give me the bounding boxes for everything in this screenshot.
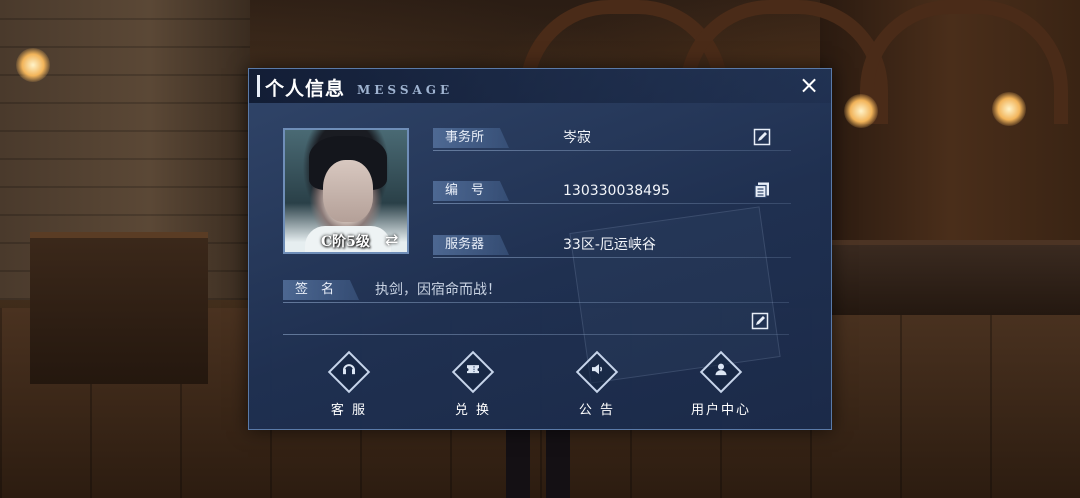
profile-dialog: 个人信息 MESSAGE × C阶5级 ⇄ 事务所 岑寂 编 号 1303300… <box>248 68 832 430</box>
action-label: 兑 换 <box>454 403 492 418</box>
field-label: 服务器 <box>433 235 509 255</box>
announcement-button[interactable]: 公 告 <box>557 350 637 418</box>
field-row-id: 编 号 130330038495 <box>433 181 791 204</box>
signature-underline <box>283 302 789 303</box>
field-label: 事务所 <box>433 128 509 148</box>
field-underline <box>433 257 791 258</box>
header-accent-bar <box>257 75 260 97</box>
edit-icon[interactable] <box>753 128 771 146</box>
signature-row: 签 名 执剑，因宿命而战！ <box>283 280 789 303</box>
background-counter <box>830 240 1080 315</box>
wall-lamp <box>844 94 878 128</box>
signature-underline-2 <box>283 334 789 335</box>
swap-icon[interactable]: ⇄ <box>385 230 398 249</box>
background-counter <box>30 232 208 384</box>
rank-label: C阶5级 <box>321 234 370 250</box>
field-underline <box>433 150 791 151</box>
dialog-header: 个人信息 MESSAGE × <box>249 69 831 103</box>
field-label: 编 号 <box>433 181 509 201</box>
speaker-icon <box>575 350 619 394</box>
dialog-title: 个人信息 <box>265 78 346 100</box>
headset-icon <box>327 350 371 394</box>
action-label: 用户中心 <box>690 403 751 418</box>
wall-lamp <box>992 92 1026 126</box>
user-center-button[interactable]: 用户中心 <box>681 350 761 418</box>
close-icon: × <box>798 71 820 99</box>
field-underline <box>433 203 791 204</box>
avatar-face <box>323 160 373 222</box>
field-value: 33区-厄运峡谷 <box>563 237 656 253</box>
field-value: 130330038495 <box>563 183 670 199</box>
close-button[interactable]: × <box>797 73 821 97</box>
wall-lamp <box>16 48 50 82</box>
field-row-agency: 事务所 岑寂 <box>433 128 791 151</box>
field-value: 岑寂 <box>563 130 591 146</box>
field-row-server: 服务器 33区-厄运峡谷 <box>433 235 791 258</box>
character-legs <box>498 425 578 498</box>
user-icon <box>699 350 743 394</box>
action-label: 公 告 <box>578 403 616 418</box>
signature-value: 执剑，因宿命而战！ <box>375 282 501 298</box>
signature-edit-icon[interactable] <box>751 312 769 330</box>
dialog-subtitle: MESSAGE <box>357 83 454 97</box>
ticket-icon <box>451 350 495 394</box>
signature-label: 签 名 <box>283 280 359 300</box>
avatar[interactable]: C阶5级 ⇄ <box>283 128 409 254</box>
action-label: 客 服 <box>330 403 368 418</box>
copy-icon[interactable] <box>753 181 771 199</box>
customer-service-button[interactable]: 客 服 <box>309 350 389 418</box>
redeem-button[interactable]: 兑 换 <box>433 350 513 418</box>
